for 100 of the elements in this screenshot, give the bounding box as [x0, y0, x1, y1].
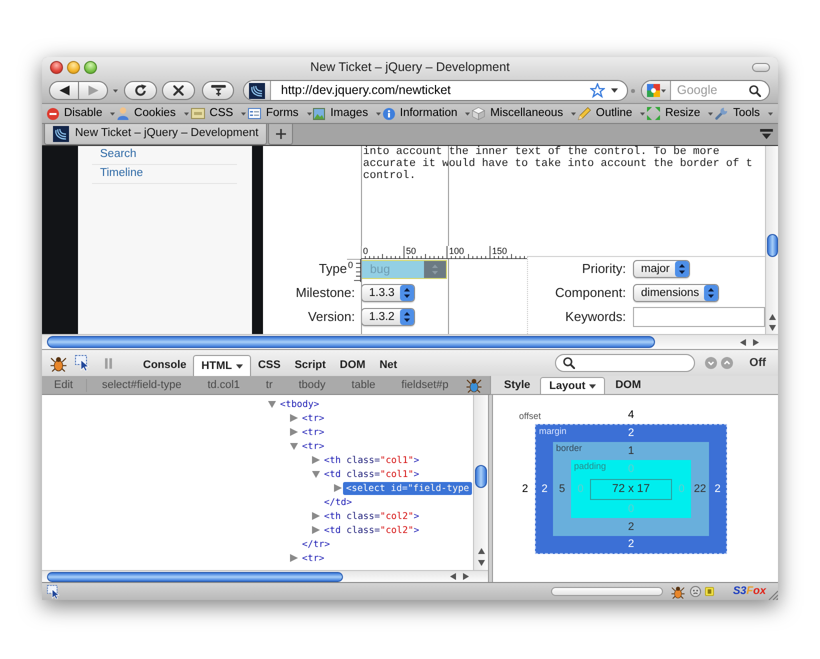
toolbar-menu-button[interactable]: Cookies [117, 104, 189, 122]
scrollbar-thumb[interactable] [47, 572, 343, 582]
triangle-down-icon[interactable] [290, 442, 298, 450]
select-field[interactable]: 1.3.2 [361, 308, 415, 326]
toolbar-menu-button[interactable]: Disable [47, 104, 116, 122]
caret-icon[interactable] [113, 88, 118, 92]
html-tag[interactable]: <tr> [302, 440, 324, 452]
html-tag[interactable]: <tbody> [280, 398, 320, 410]
keywords-input[interactable] [633, 307, 765, 327]
select-field[interactable]: 1.3.3 [361, 284, 415, 302]
search-field[interactable] [555, 354, 696, 372]
stop-button[interactable] [162, 81, 195, 100]
face-icon[interactable] [690, 586, 701, 597]
panel-tab[interactable]: HTML [193, 355, 251, 376]
panel-tab[interactable]: DOM [332, 355, 372, 376]
side-panel-tab[interactable]: DOM [607, 377, 650, 394]
close-button[interactable] [50, 61, 63, 74]
cursor-box-icon[interactable] [75, 355, 91, 371]
search-field[interactable]: Google [641, 80, 770, 101]
panel-tab[interactable]: CSS [250, 355, 288, 376]
caret-icon[interactable] [611, 88, 618, 93]
panel-tab[interactable]: Net [372, 355, 404, 376]
html-tag[interactable]: <th class="col2"> [324, 510, 420, 522]
breadcrumb-item[interactable]: table [352, 376, 376, 394]
toolbar-menu-button[interactable]: Forms [248, 104, 312, 122]
scrollbar-thumb[interactable] [766, 234, 778, 257]
scroll-up-icon[interactable] [478, 547, 484, 554]
breadcrumb-item[interactable]: select#field-type [102, 376, 182, 394]
triangle-right-icon[interactable] [312, 526, 320, 534]
breadcrumb-item[interactable]: tr [266, 376, 273, 394]
forward-button[interactable] [79, 81, 108, 100]
off-button[interactable]: Off [749, 356, 766, 370]
toolbar-menu-button[interactable]: Outline [578, 104, 646, 122]
search-input[interactable]: Google [677, 81, 745, 100]
sidebar-link[interactable]: Timeline [100, 165, 144, 183]
cursor-box-icon[interactable] [46, 584, 62, 598]
toolbar-menu-button[interactable]: Images [313, 104, 382, 122]
toolbar-menu-button[interactable]: Tools [715, 104, 773, 122]
triangle-down-icon[interactable] [268, 400, 276, 408]
triangle-down-icon[interactable] [312, 470, 320, 478]
bookmarks-button[interactable] [202, 81, 234, 100]
html-tag[interactable]: <th class="col1"> [324, 454, 420, 466]
scroll-left-icon[interactable] [739, 338, 746, 346]
browser-tab[interactable]: New Ticket – jQuery – Development [44, 124, 267, 145]
html-tag[interactable]: <tr> [302, 426, 324, 438]
scroll-right-icon[interactable] [753, 338, 760, 346]
site-identity-button[interactable] [244, 81, 271, 100]
side-panel-tab[interactable]: Layout [540, 377, 606, 394]
breadcrumb-item[interactable]: fieldset#p [401, 376, 448, 394]
bug-icon[interactable] [670, 584, 685, 598]
html-tag[interactable]: <select id="field-type [343, 482, 472, 494]
breadcrumb-item[interactable]: tbody [298, 376, 326, 394]
bug-icon[interactable] [466, 377, 482, 393]
html-tag[interactable]: <tr> [302, 552, 324, 564]
note-icon[interactable] [704, 587, 714, 596]
tab-list-icon[interactable] [760, 129, 773, 140]
triangle-right-icon[interactable] [290, 428, 298, 436]
sidebar-link[interactable]: Search [100, 146, 136, 164]
scroll-down-icon[interactable] [478, 559, 484, 566]
select-field[interactable]: dimensions [633, 284, 720, 302]
triangle-right-icon[interactable] [334, 484, 342, 492]
html-tag[interactable]: </td> [324, 496, 352, 508]
panel-tab[interactable]: Script [288, 355, 333, 376]
bug-icon[interactable] [50, 354, 67, 372]
minimize-button[interactable] [67, 61, 80, 74]
toolbar-toggle-button[interactable] [752, 63, 770, 72]
toolbar-menu-button[interactable]: Information [382, 104, 470, 122]
scroll-down-icon[interactable] [768, 324, 776, 331]
side-panel-tab[interactable]: Style [496, 377, 538, 394]
panel-tab[interactable]: Console [136, 355, 194, 376]
html-tag[interactable]: <tr> [302, 412, 324, 424]
html-tag[interactable]: <td class="col1"> [324, 468, 420, 480]
caret-icon[interactable] [589, 384, 596, 388]
scrollbar-thumb[interactable] [475, 465, 487, 488]
back-button[interactable] [49, 81, 79, 100]
toolbar-menu-button[interactable]: Resize [647, 104, 714, 122]
caret-icon[interactable] [236, 364, 243, 368]
scroll-up-icon[interactable] [768, 313, 776, 320]
toolbar-menu-button[interactable]: CSS [190, 104, 246, 122]
address-bar[interactable]: http://dev.jquery.com/newticket [243, 80, 628, 101]
reload-button[interactable] [124, 81, 157, 100]
triangle-right-icon[interactable] [312, 512, 320, 520]
html-tag[interactable]: </tr> [302, 538, 330, 550]
edit-button[interactable]: Edit [54, 376, 73, 394]
html-tag[interactable]: <td class="col2"> [324, 524, 420, 536]
resize-grip-icon[interactable] [768, 590, 778, 600]
scrollbar-thumb[interactable] [47, 336, 655, 348]
zoom-button[interactable] [84, 61, 97, 74]
breadcrumb-item[interactable]: td.col1 [207, 376, 240, 394]
triangle-right-icon[interactable] [290, 414, 298, 422]
star-icon[interactable] [590, 83, 605, 98]
triangle-right-icon[interactable] [312, 456, 320, 464]
triangle-right-icon[interactable] [290, 554, 298, 562]
select-field[interactable]: major [633, 260, 690, 278]
scroll-left-icon[interactable] [449, 573, 456, 580]
new-tab-button[interactable] [268, 124, 293, 145]
search-engine-button[interactable] [642, 81, 671, 100]
s3fox-logo[interactable]: S3Fox [732, 583, 766, 600]
scroll-right-icon[interactable] [463, 573, 470, 580]
toolbar-menu-button[interactable]: Miscellaneous [472, 104, 576, 122]
